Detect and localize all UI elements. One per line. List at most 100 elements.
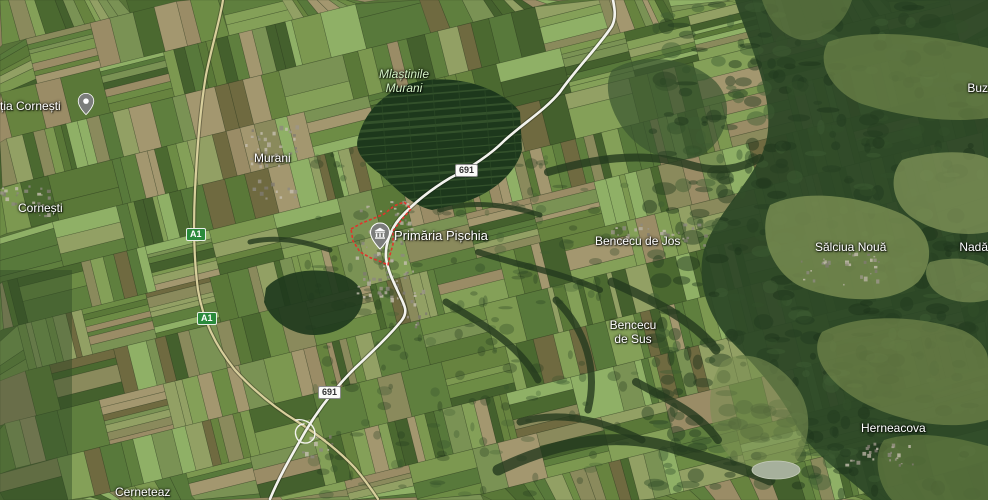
pin-label-primaria-pischia[interactable]: Primăria Pișchia <box>394 228 488 243</box>
place-label-cerneteaz[interactable]: Cerneteaz <box>115 485 170 499</box>
building <box>413 294 417 297</box>
building <box>870 273 872 275</box>
place-label-bencecu-de-sus[interactable]: Bencecu de Sus <box>606 318 660 346</box>
place-label-bencecu-de-jos[interactable]: Bencecu de Jos <box>595 234 680 248</box>
tree-cluster <box>524 158 538 169</box>
tree-cluster <box>470 422 475 432</box>
building <box>413 292 416 294</box>
building <box>265 197 268 200</box>
tree-cluster <box>708 291 720 298</box>
tree-cluster <box>695 130 706 145</box>
building <box>393 207 397 210</box>
building <box>15 187 19 191</box>
tree-cluster <box>538 162 543 169</box>
tree-cluster <box>426 423 441 428</box>
building <box>862 451 867 456</box>
building <box>260 132 263 135</box>
tree-cluster <box>870 26 880 36</box>
tree-cluster <box>831 141 841 151</box>
tree-cluster <box>900 296 914 312</box>
pin-label-cornesti-station[interactable]: ția Cornești <box>0 99 61 113</box>
building <box>615 227 618 229</box>
building <box>850 459 853 462</box>
place-label-cornesti[interactable]: Cornești <box>18 201 63 215</box>
pin-cornesti-station[interactable] <box>77 92 95 116</box>
tree-cluster <box>808 123 815 136</box>
tree-cluster <box>673 388 684 396</box>
tree-cluster <box>514 163 524 167</box>
place-label-salciua-noua[interactable]: Sălciua Nouă <box>815 240 886 254</box>
building <box>874 265 878 269</box>
tree-cluster <box>687 468 704 483</box>
tree-cluster <box>480 395 491 406</box>
place-label-buz[interactable]: Buz <box>967 81 988 95</box>
motorway-shield-a1: A1 <box>197 312 217 325</box>
pin-primaria-pischia[interactable] <box>369 222 391 250</box>
place-label-nada[interactable]: Nadă <box>959 240 988 254</box>
tree-cluster <box>576 477 584 485</box>
tree-cluster <box>464 323 475 328</box>
tree-cluster <box>755 177 772 189</box>
building <box>647 228 650 230</box>
tree-cluster <box>781 141 797 151</box>
tree-cluster <box>734 247 742 256</box>
tree-cluster <box>776 57 796 69</box>
tree-cluster <box>866 152 881 158</box>
tree-cluster <box>533 274 538 284</box>
building <box>877 260 880 263</box>
tree-cluster <box>672 340 681 352</box>
tree-cluster <box>330 380 338 385</box>
tree-cluster <box>667 426 686 442</box>
building <box>806 271 810 275</box>
building <box>876 279 880 284</box>
building <box>890 451 892 454</box>
tree-cluster <box>417 334 423 342</box>
tree-cluster <box>450 257 458 264</box>
tree-cluster <box>675 178 692 193</box>
tree-cluster <box>791 481 806 490</box>
tree-cluster <box>652 255 664 268</box>
tree-cluster <box>816 107 840 113</box>
building <box>372 277 376 281</box>
tree-cluster <box>660 12 676 19</box>
building <box>868 451 872 454</box>
tree-cluster <box>425 337 437 346</box>
building <box>356 292 360 295</box>
tree-cluster <box>689 208 710 218</box>
place-label-herneacova[interactable]: Herneacova <box>861 421 926 435</box>
place-label-line: Murani <box>385 81 423 95</box>
tree-cluster <box>672 276 691 285</box>
building <box>279 196 283 199</box>
tree-cluster <box>673 411 685 421</box>
tree-cluster <box>765 338 778 346</box>
building <box>889 459 891 462</box>
place-label-murani[interactable]: Murani <box>254 151 291 165</box>
tree-cluster <box>691 436 712 445</box>
building <box>250 158 253 161</box>
tree-cluster <box>504 384 509 390</box>
tree-cluster <box>905 17 916 28</box>
tree-cluster <box>806 79 814 86</box>
tree-cluster <box>739 43 761 49</box>
map-view[interactable]: Mlaștinile Murani Murani Cornești Bencec… <box>0 0 988 500</box>
place-label-mlastinile-murani[interactable]: Mlaștinile Murani <box>362 67 446 95</box>
tree-cluster <box>744 96 762 107</box>
tree-cluster <box>945 19 969 34</box>
building <box>897 453 901 458</box>
tree-cluster <box>802 370 810 378</box>
tree-cluster <box>678 87 693 97</box>
building <box>622 226 627 231</box>
building <box>894 458 897 461</box>
tree-cluster <box>829 426 839 437</box>
tree-cluster <box>387 344 402 351</box>
building <box>683 223 688 227</box>
tree-cluster <box>349 432 364 437</box>
tree-cluster <box>311 265 328 269</box>
building <box>412 270 414 273</box>
place-pin-icon <box>77 92 95 116</box>
tree-cluster <box>323 345 331 349</box>
building <box>803 278 806 281</box>
place-pin-icon <box>369 222 391 250</box>
building <box>47 196 51 200</box>
building <box>682 237 685 240</box>
